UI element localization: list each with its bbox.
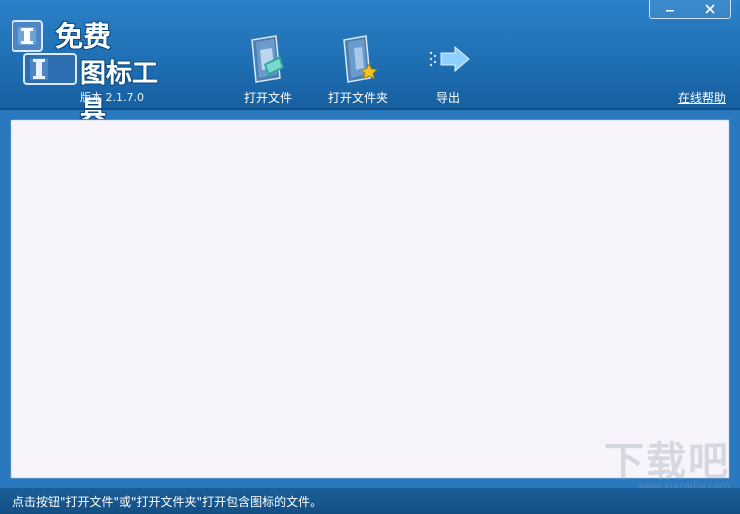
minimize-icon	[666, 10, 674, 12]
close-button[interactable]	[690, 0, 730, 18]
logo-text-top: 免费	[55, 20, 112, 53]
version-label: 版本 2.1.7.0	[80, 91, 144, 104]
export-button[interactable]: 导出	[408, 34, 488, 105]
open-file-label: 打开文件	[243, 91, 292, 105]
header-bar: 免费 图标工具 版本 2.1.7.0 打开文件 打开文件夹 导出 在线帮助	[0, 0, 740, 126]
export-label: 导出	[435, 91, 460, 105]
status-text: 点击按钮"打开文件"或"打开文件夹"打开包含图标的文件。	[12, 494, 323, 509]
icon-preview-area[interactable]	[10, 119, 730, 479]
open-file-button[interactable]: 打开文件	[228, 34, 308, 105]
export-arrow-icon	[408, 34, 488, 84]
app-logo: 免费 图标工具	[12, 18, 182, 126]
window-controls	[649, 0, 731, 19]
open-folder-label: 打开文件夹	[327, 91, 388, 105]
open-folder-button[interactable]: 打开文件夹	[318, 34, 398, 105]
close-icon	[705, 4, 715, 14]
status-bar: 点击按钮"打开文件"或"打开文件夹"打开包含图标的文件。	[0, 488, 740, 514]
open-file-icon	[228, 34, 308, 84]
watermark-text: 下载吧	[604, 439, 730, 485]
minimize-button[interactable]	[650, 0, 690, 18]
app-window: 免费 图标工具 版本 2.1.7.0 打开文件 打开文件夹 导出 在线帮助 下载…	[0, 0, 740, 514]
watermark: 下载吧 www.xiazaiba.com	[604, 442, 730, 492]
open-folder-icon	[318, 34, 398, 84]
online-help-link[interactable]: 在线帮助	[678, 89, 726, 106]
